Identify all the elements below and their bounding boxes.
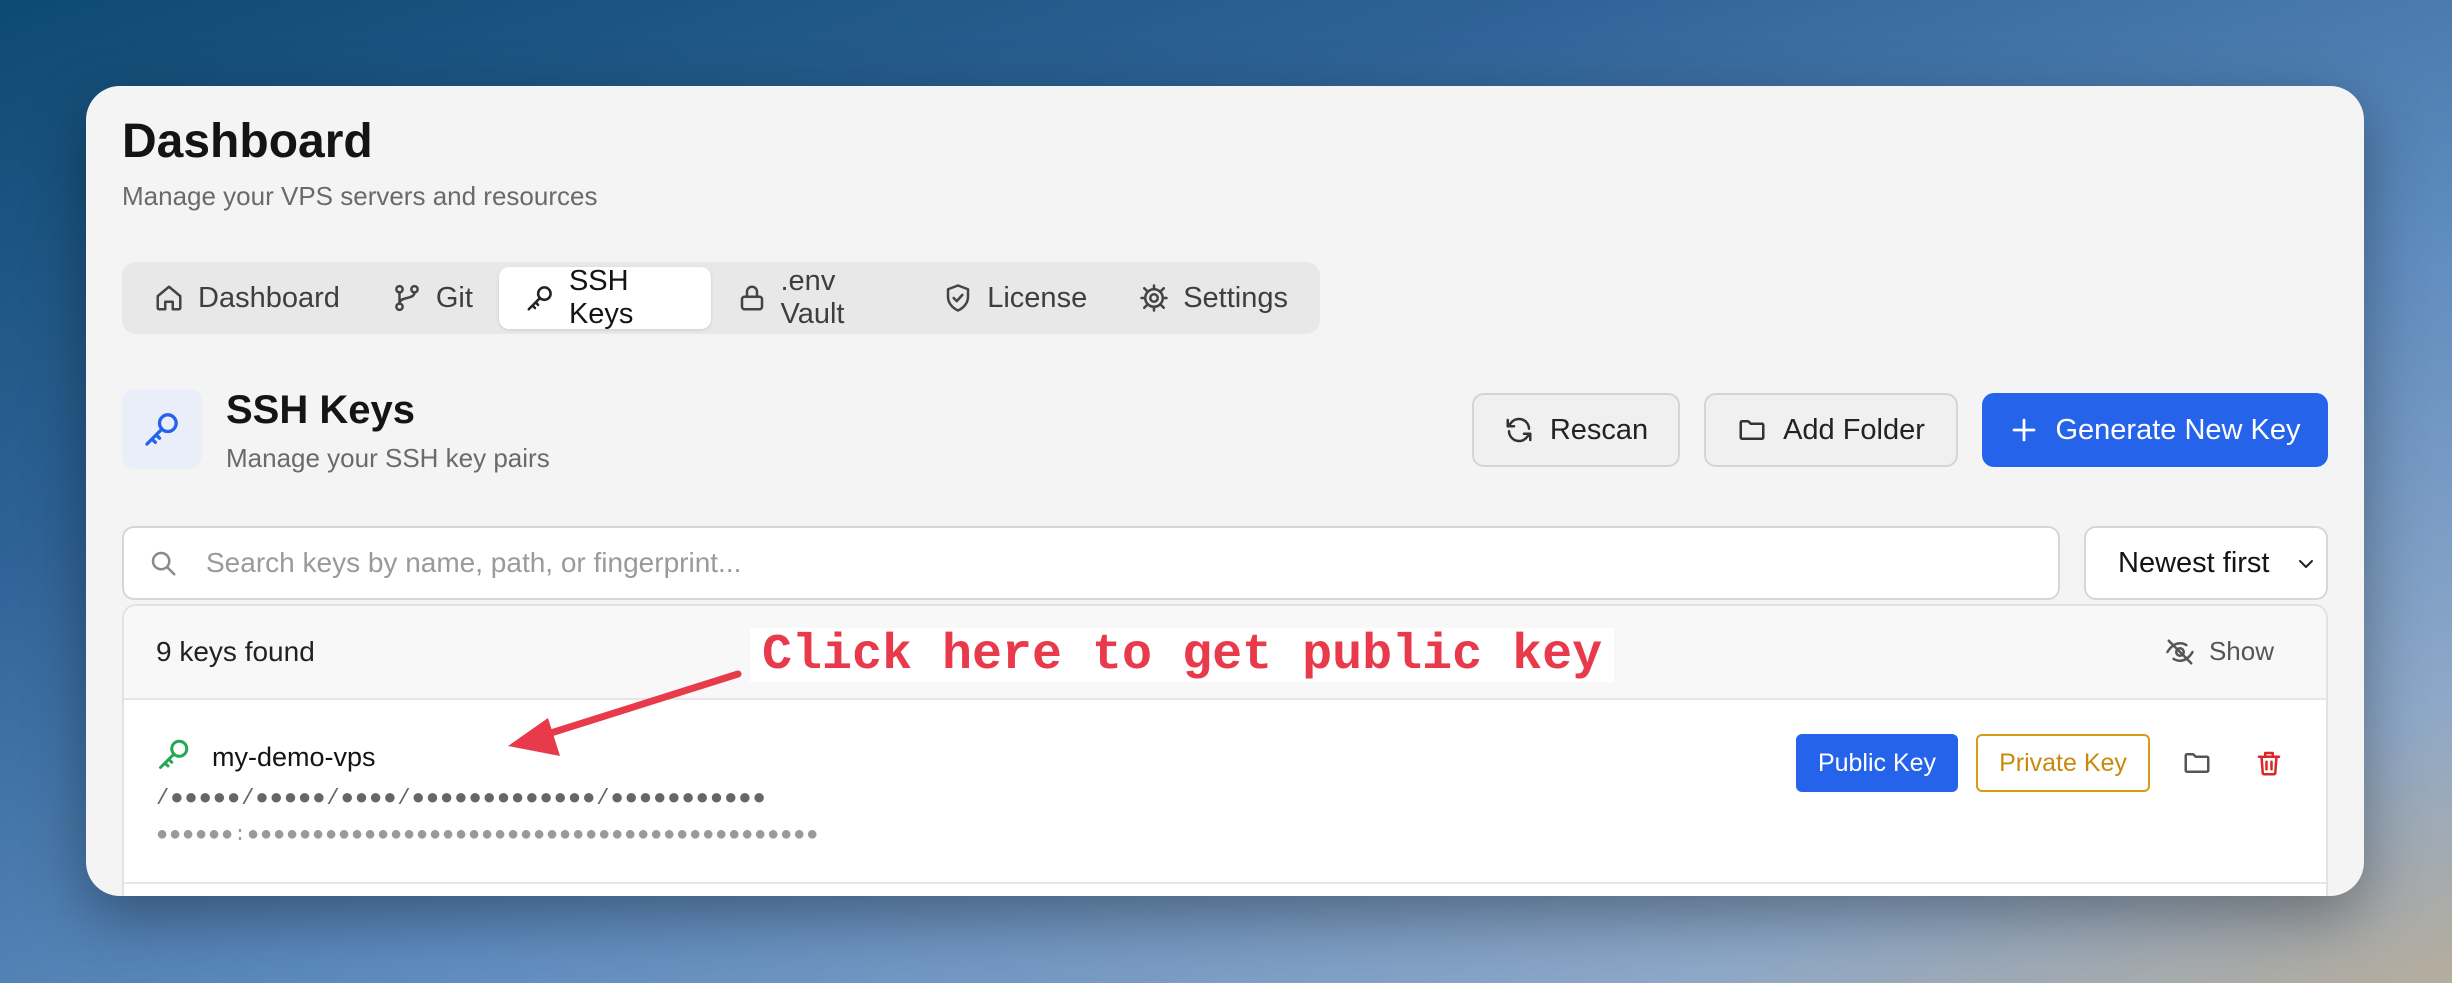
page-subtitle: Manage your VPS servers and resources [122, 181, 598, 211]
key-fingerprint: ●●●●●●:●●●●●●●●●●●●●●●●●●●●●●●●●●●●●●●●●… [156, 824, 820, 847]
chevron-down-icon [2299, 560, 2313, 568]
tab-label: .env Vault [780, 265, 845, 330]
sort-select[interactable]: Newest first [2084, 526, 2328, 600]
refresh-icon [1506, 417, 1532, 443]
key-icon [159, 739, 189, 769]
private-key-button[interactable]: Private Key [1976, 734, 2150, 792]
annotation-label: Click here to get public key [750, 627, 1615, 684]
section-key-icon [122, 389, 202, 469]
tab-env-vault[interactable]: .env Vault [711, 265, 918, 330]
key-icon [145, 413, 178, 446]
tab-label: Dashboard [198, 281, 340, 314]
tab-git[interactable]: Git [366, 267, 499, 329]
rescan-button[interactable]: Rescan [1472, 393, 1680, 467]
app-window: Dashboard Manage your VPS servers and re… [86, 86, 2364, 896]
tab-ssh-keys[interactable]: SSH Keys [498, 265, 711, 330]
section-title: SSH Keys [226, 388, 415, 432]
key-name: my-demo-vps [212, 742, 376, 772]
git-branch-icon [395, 284, 419, 312]
generate-new-key-button[interactable]: Generate New Key [1982, 393, 2328, 467]
public-key-button[interactable]: Public Key [1796, 734, 1958, 792]
search-bar [122, 526, 2060, 600]
page-title: Dashboard [122, 115, 373, 168]
gear-icon [1140, 284, 1168, 312]
add-folder-button[interactable]: Add Folder [1704, 393, 1958, 467]
tab-label: SSH Keys [568, 265, 634, 330]
search-input[interactable] [204, 546, 2058, 580]
search-icon [151, 551, 176, 576]
tab-settings[interactable]: Settings [1113, 267, 1314, 329]
tab-label: Settings [1183, 281, 1288, 314]
generate-label: Generate New Key [2055, 413, 2301, 446]
show-toggle[interactable]: Show [2165, 636, 2274, 667]
tab-bar: Dashboard Git SSH Keys .env Vault Licens… [122, 262, 1320, 334]
lock-icon [740, 285, 763, 311]
tab-label: License [987, 281, 1088, 314]
sort-selected-value: Newest first [2118, 546, 2270, 579]
section-subtitle: Manage your SSH key pairs [226, 443, 550, 473]
folder-icon [1739, 420, 1765, 440]
keys-count: 9 keys found [156, 636, 315, 667]
tab-license[interactable]: License [917, 267, 1113, 329]
folder-icon[interactable] [2182, 748, 2212, 778]
rescan-label: Rescan [1549, 413, 1649, 446]
tab-label: Git [435, 281, 473, 314]
trash-icon[interactable] [2254, 748, 2284, 778]
shield-check-icon [946, 284, 970, 312]
home-icon [156, 285, 182, 311]
plus-icon [2013, 418, 2036, 442]
show-label: Show [2208, 636, 2274, 666]
key-icon [527, 286, 552, 311]
tab-dashboard[interactable]: Dashboard [128, 267, 366, 329]
eye-off-icon [2166, 639, 2194, 664]
key-path: /●●●●●/●●●●●/●●●●/●●●●●●●●●●●●●/●●●●●●●●… [156, 786, 767, 811]
list-item: my-demo-vps /●●●●●/●●●●●/●●●●/●●●●●●●●●●… [124, 700, 2326, 884]
add-folder-label: Add Folder [1783, 413, 1925, 446]
